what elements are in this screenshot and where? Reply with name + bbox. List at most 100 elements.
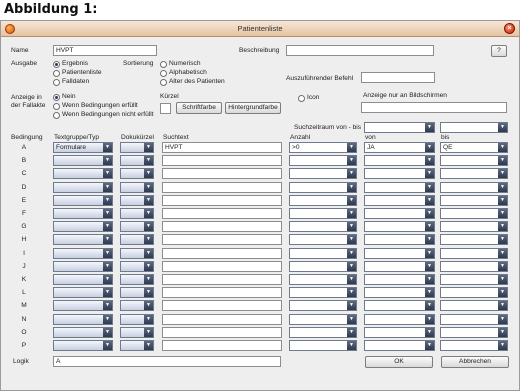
dokukuerzel-select[interactable]: ▼ xyxy=(120,313,154,325)
textgruppe-select[interactable]: ▼ xyxy=(53,274,113,285)
anzahl-select[interactable]: ▼ xyxy=(289,287,357,299)
von-select[interactable]: ▼ xyxy=(364,260,435,272)
anzahl-select[interactable]: ▼ xyxy=(289,313,357,325)
hintergrundfarbe-button[interactable]: Hintergrundfarbe xyxy=(225,102,281,114)
dokukuerzel-select[interactable]: ▼ xyxy=(120,155,154,167)
dokukuerzel-select[interactable]: ▼ xyxy=(120,340,154,351)
dokukuerzel-select[interactable]: ▼ xyxy=(120,142,154,153)
anzeige-radio-nein[interactable] xyxy=(53,94,60,101)
anzahl-select[interactable]: ▼ xyxy=(289,260,357,272)
dokukuerzel-select[interactable]: ▼ xyxy=(120,194,154,206)
bis-select[interactable]: ▼ xyxy=(440,194,508,206)
bis-select[interactable]: ▼ xyxy=(440,168,508,180)
bildschirm-field[interactable] xyxy=(361,102,507,113)
dokukuerzel-select[interactable]: ▼ xyxy=(120,287,154,299)
textgruppe-select[interactable]: ▼ xyxy=(53,300,113,312)
textgruppe-select[interactable]: ▼ xyxy=(53,340,113,351)
suchzeitraum-von-select[interactable]: ▼ xyxy=(364,122,435,133)
befehl-field[interactable] xyxy=(361,72,435,83)
bis-select[interactable]: ▼ xyxy=(440,155,508,167)
textgruppe-select[interactable]: ▼ xyxy=(53,208,113,219)
von-select[interactable]: JA ▼ xyxy=(364,142,435,153)
name-field[interactable]: HVPT xyxy=(53,45,157,56)
dokukuerzel-select[interactable]: ▼ xyxy=(120,208,154,219)
abbrechen-button[interactable]: Abbrechen xyxy=(441,356,509,368)
dokukuerzel-select[interactable]: ▼ xyxy=(120,300,154,312)
close-icon[interactable]: × xyxy=(504,23,515,34)
suchtext-field[interactable] xyxy=(162,208,282,219)
von-select[interactable]: ▼ xyxy=(364,181,435,193)
ausgabe-radio-falldaten[interactable] xyxy=(53,79,60,86)
bis-select[interactable]: ▼ xyxy=(440,247,508,259)
logik-field[interactable]: A xyxy=(53,356,281,367)
bis-select[interactable]: ▼ xyxy=(440,234,508,246)
von-select[interactable]: ▼ xyxy=(364,194,435,206)
anzahl-select[interactable]: ▼ xyxy=(289,155,357,167)
suchzeitraum-bis-select[interactable]: ▼ xyxy=(440,122,508,133)
suchtext-field[interactable] xyxy=(162,300,282,312)
anzahl-select[interactable]: ▼ xyxy=(289,221,357,233)
dokukuerzel-select[interactable]: ▼ xyxy=(120,234,154,246)
anzahl-select[interactable]: ▼ xyxy=(289,326,357,338)
von-select[interactable]: ▼ xyxy=(364,221,435,233)
bis-select[interactable]: ▼ xyxy=(440,260,508,272)
anzahl-select[interactable]: ▼ xyxy=(289,194,357,206)
schriftfarbe-button[interactable]: Schriftfarbe xyxy=(176,102,222,114)
bis-select[interactable]: ▼ xyxy=(440,208,508,219)
von-select[interactable]: ▼ xyxy=(364,313,435,325)
von-select[interactable]: ▼ xyxy=(364,168,435,180)
textgruppe-select[interactable]: ▼ xyxy=(53,326,113,338)
textgruppe-select[interactable]: ▼ xyxy=(53,194,113,206)
suchtext-field[interactable] xyxy=(162,287,282,299)
textgruppe-select[interactable]: ▼ xyxy=(53,155,113,167)
von-select[interactable]: ▼ xyxy=(364,300,435,312)
von-select[interactable]: ▼ xyxy=(364,208,435,219)
bis-select[interactable]: ▼ xyxy=(440,287,508,299)
anzahl-select[interactable]: ▼ xyxy=(289,247,357,259)
textgruppe-select[interactable]: ▼ xyxy=(53,287,113,299)
suchtext-field[interactable] xyxy=(162,168,282,180)
textgruppe-select[interactable]: Formulare ▼ xyxy=(53,142,113,153)
kuerzel-field[interactable] xyxy=(160,103,171,114)
icon-radio[interactable] xyxy=(298,95,305,102)
anzahl-select[interactable]: ▼ xyxy=(289,168,357,180)
suchtext-field[interactable] xyxy=(162,326,282,338)
anzahl-select[interactable]: ▼ xyxy=(289,208,357,219)
dokukuerzel-select[interactable]: ▼ xyxy=(120,260,154,272)
bis-select[interactable]: ▼ xyxy=(440,221,508,233)
bis-select[interactable]: QE ▼ xyxy=(440,142,508,153)
suchtext-field[interactable] xyxy=(162,155,282,167)
von-select[interactable]: ▼ xyxy=(364,274,435,285)
dokukuerzel-select[interactable]: ▼ xyxy=(120,274,154,285)
ausgabe-radio-patientenliste[interactable] xyxy=(53,70,60,77)
dokukuerzel-select[interactable]: ▼ xyxy=(120,326,154,338)
dokukuerzel-select[interactable]: ▼ xyxy=(120,181,154,193)
suchtext-field[interactable] xyxy=(162,260,282,272)
textgruppe-select[interactable]: ▼ xyxy=(53,234,113,246)
suchtext-field[interactable] xyxy=(162,247,282,259)
von-select[interactable]: ▼ xyxy=(364,326,435,338)
textgruppe-select[interactable]: ▼ xyxy=(53,247,113,259)
bis-select[interactable]: ▼ xyxy=(440,300,508,312)
suchtext-field[interactable]: HVPT xyxy=(162,142,282,153)
suchtext-field[interactable] xyxy=(162,274,282,285)
bis-select[interactable]: ▼ xyxy=(440,274,508,285)
von-select[interactable]: ▼ xyxy=(364,287,435,299)
beschreibung-field[interactable] xyxy=(286,45,434,56)
suchtext-field[interactable] xyxy=(162,234,282,246)
anzeige-radio-erfuellt[interactable] xyxy=(53,103,60,110)
bis-select[interactable]: ▼ xyxy=(440,313,508,325)
textgruppe-select[interactable]: ▼ xyxy=(53,313,113,325)
anzahl-select[interactable]: ▼ xyxy=(289,340,357,351)
anzahl-select[interactable]: >0 ▼ xyxy=(289,142,357,153)
suchtext-field[interactable] xyxy=(162,194,282,206)
dokukuerzel-select[interactable]: ▼ xyxy=(120,247,154,259)
ausgabe-radio-ergebnis[interactable] xyxy=(53,61,60,68)
bis-select[interactable]: ▼ xyxy=(440,181,508,193)
textgruppe-select[interactable]: ▼ xyxy=(53,168,113,180)
ok-button[interactable]: OK xyxy=(365,356,433,368)
anzahl-select[interactable]: ▼ xyxy=(289,300,357,312)
textgruppe-select[interactable]: ▼ xyxy=(53,260,113,272)
von-select[interactable]: ▼ xyxy=(364,155,435,167)
textgruppe-select[interactable]: ▼ xyxy=(53,221,113,233)
